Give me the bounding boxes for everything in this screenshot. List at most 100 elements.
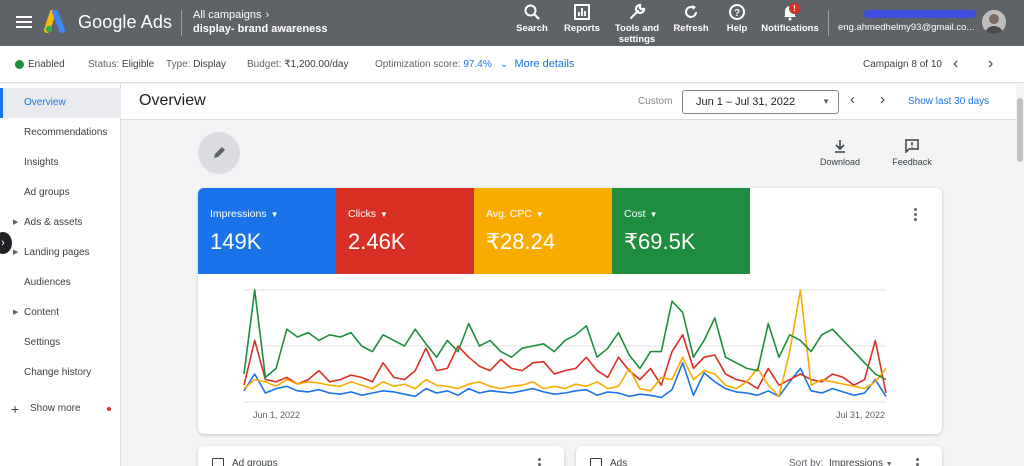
breadcrumb[interactable]: All campaigns ›	[193, 9, 269, 21]
header-divider	[828, 10, 829, 36]
chevron-down-icon: ⌄	[500, 59, 509, 70]
enabled-status[interactable]: Enabled	[28, 59, 65, 70]
more-options-icon[interactable]	[916, 458, 919, 466]
metric-impressions[interactable]: Impressions ▼ 149K	[198, 188, 336, 274]
sidebar-item-ads-assets[interactable]: ▶ Ads & assets	[0, 208, 121, 238]
refresh-icon	[685, 5, 697, 18]
next-campaign-button[interactable]: ›	[988, 55, 993, 73]
google-ads-logo	[44, 10, 65, 33]
dropdown-arrow-icon: ▼	[649, 210, 658, 219]
ads-card: Ads Sort by: Impressions ▼	[576, 446, 942, 466]
download-icon	[835, 140, 845, 153]
caret-right-icon: ▶	[13, 219, 19, 226]
header-divider	[181, 10, 182, 36]
reports-icon	[574, 4, 590, 20]
prev-period-button[interactable]: ‹	[850, 91, 855, 108]
refresh-button[interactable]: Refresh	[671, 3, 711, 34]
type-field: Type: Display	[166, 59, 227, 70]
optimization-score[interactable]: Optimization score: 97.4%	[375, 59, 492, 70]
budget-field[interactable]: Budget: ₹1,200.00/day	[247, 59, 348, 70]
campaign-name[interactable]: display- brand awareness	[193, 23, 328, 35]
performance-chart-card: Impressions ▼ 149K Clicks ▼ 2.46K Avg. CPC…	[198, 188, 942, 434]
feedback-button[interactable]: Feedback	[889, 139, 935, 167]
ad-groups-card: Ad groups	[198, 446, 564, 466]
status-field: Status: Eligible	[88, 59, 155, 70]
wrench-icon	[629, 3, 646, 20]
overview-header: Overview Custom Jun 1 – Jul 31, 2022 ▼ ‹ …	[121, 84, 1016, 120]
pencil-icon	[214, 147, 225, 158]
new-indicator-dot	[107, 407, 111, 411]
dropdown-arrow-icon: ▼	[380, 210, 388, 219]
more-options-icon[interactable]	[538, 458, 541, 466]
sidebar-item-overview[interactable]: Overview	[0, 88, 121, 118]
notification-badge: !	[789, 3, 800, 14]
caret-right-icon: ▶	[13, 309, 19, 316]
metric-value: ₹28.24	[486, 229, 556, 254]
date-range-type: Custom	[638, 96, 673, 107]
x-axis-end-label: Jul 31, 2022	[836, 410, 886, 420]
more-details-button[interactable]: ⌄ More details	[500, 58, 574, 70]
scrollbar-thumb[interactable]	[1017, 98, 1023, 162]
campaign-counter: Campaign 8 of 10	[863, 59, 942, 70]
sidebar-item-audiences[interactable]: Audiences	[0, 268, 121, 298]
sidebar-item-ad-groups[interactable]: Ad groups	[0, 178, 121, 208]
dropdown-arrow-icon: ▼	[822, 97, 830, 106]
dropdown-arrow-icon: ▼	[535, 210, 544, 219]
sidebar-item-settings[interactable]: Settings	[0, 328, 121, 358]
search-icon	[524, 4, 540, 20]
dropdown-arrow-icon: ▼	[270, 210, 279, 219]
help-button[interactable]: ? Help	[722, 3, 752, 34]
notifications-button[interactable]: Notifications !	[760, 3, 820, 34]
next-period-button[interactable]: ›	[880, 91, 885, 108]
top-bar: Google Ads All campaigns › display- brand…	[0, 0, 1024, 46]
feedback-icon	[905, 139, 919, 153]
x-axis-start-label: Jun 1, 2022	[253, 410, 301, 420]
ads-icon	[590, 458, 602, 466]
svg-text:?: ?	[734, 8, 740, 19]
metric-value: 2.46K	[348, 229, 406, 254]
redaction-bar	[864, 10, 976, 18]
sidebar: Overview Recommendations Insights Ad gro…	[0, 84, 121, 466]
series-line-cost	[243, 289, 887, 381]
search-button[interactable]: Search	[511, 3, 553, 34]
metric-avg-cpc[interactable]: Avg. CPC ▼ ₹28.24	[474, 188, 612, 274]
series-line-clicks	[243, 333, 887, 394]
sort-by-dropdown[interactable]: Sort by: Impressions ▼	[789, 458, 893, 466]
reports-button[interactable]: Reports	[561, 3, 603, 34]
sidebar-item-change-history[interactable]: Change history	[0, 358, 121, 388]
sidebar-item-content[interactable]: ▶ Content	[0, 298, 121, 328]
plus-icon: +	[11, 401, 20, 417]
caret-right-icon: ▶	[13, 249, 19, 256]
page-title: Overview	[139, 92, 206, 109]
account-email[interactable]: eng.ahmedhelmy93@gmail.co...	[838, 22, 974, 33]
metric-value: ₹69.5K	[624, 229, 696, 254]
card-title: Ads	[610, 458, 628, 466]
avatar-image	[982, 10, 1006, 34]
metric-clicks[interactable]: Clicks ▼ 2.46K	[336, 188, 474, 274]
download-button[interactable]: Download	[816, 139, 864, 167]
brand-name[interactable]: Google Ads	[78, 12, 172, 33]
prev-campaign-button[interactable]: ‹	[953, 55, 958, 73]
show-last-30-days-link[interactable]: Show last 30 days	[908, 96, 989, 107]
sidebar-item-recommendations[interactable]: Recommendations	[0, 118, 121, 148]
sidebar-item-insights[interactable]: Insights	[0, 148, 121, 178]
sidebar-show-more[interactable]: + Show more	[0, 394, 121, 424]
date-range-picker[interactable]: Jun 1 – Jul 31, 2022 ▼	[682, 90, 839, 114]
campaign-status-bar: Enabled Status: Eligible Type: Display B…	[0, 46, 1024, 83]
avatar[interactable]	[982, 10, 1006, 34]
line-chart	[243, 289, 887, 403]
edit-button[interactable]	[198, 132, 240, 174]
metric-cost[interactable]: Cost ▼ ₹69.5K	[612, 188, 750, 274]
chart-more-options-icon[interactable]	[914, 208, 918, 223]
card-title: Ad groups	[232, 458, 278, 466]
chevron-right-icon: ›	[265, 9, 270, 21]
scrollbar[interactable]	[1016, 84, 1024, 466]
sidebar-item-landing-pages[interactable]: ▶ Landing pages	[0, 238, 121, 268]
ad-groups-icon	[212, 458, 224, 466]
metric-value: 149K	[210, 229, 262, 254]
dropdown-arrow-icon: ▼	[885, 461, 893, 466]
help-icon: ?	[729, 4, 745, 20]
enabled-status-dot	[15, 60, 24, 69]
tools-settings-button[interactable]: Tools and settings	[612, 3, 662, 45]
menu-icon[interactable]	[14, 13, 34, 33]
